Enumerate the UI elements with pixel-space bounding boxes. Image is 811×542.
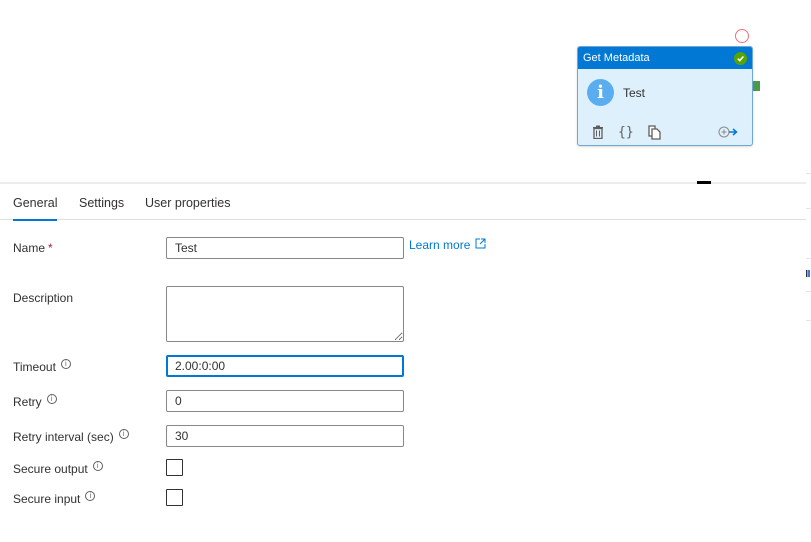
info-icon[interactable]: i (85, 491, 96, 501)
edge-tick (806, 173, 811, 174)
failure-output-handle[interactable] (735, 29, 749, 43)
retry-label-row: Retry i (13, 394, 57, 409)
activity-name: Test (623, 85, 646, 100)
external-link-icon (475, 238, 486, 252)
secure-input-label: Secure input (13, 492, 81, 506)
name-input[interactable] (166, 237, 404, 259)
edge-tick (806, 291, 811, 292)
retry-input[interactable] (166, 390, 404, 412)
info-icon[interactable]: i (60, 359, 71, 369)
timeout-label-row: Timeout i (13, 359, 71, 374)
info-icon[interactable]: i (92, 461, 103, 471)
name-label-row: Name * (13, 241, 53, 255)
secure-output-checkbox[interactable] (166, 459, 183, 476)
activity-type-label: Get Metadata (583, 52, 650, 64)
trash-icon[interactable] (592, 124, 604, 140)
info-icon[interactable]: i (118, 429, 129, 439)
add-output-arrow-icon[interactable] (718, 124, 738, 140)
properties-tabs: General Settings User properties (0, 184, 806, 221)
retry-interval-input[interactable] (166, 425, 404, 447)
info-icon: i (587, 79, 614, 106)
required-marker: * (48, 241, 53, 255)
retry-label: Retry (13, 395, 42, 409)
name-label: Name (13, 241, 46, 255)
tab-user-properties[interactable]: User properties (145, 196, 230, 220)
retry-interval-label-row: Retry interval (sec) i (13, 429, 129, 444)
secure-output-label-row: Secure output i (13, 461, 103, 476)
description-textarea[interactable] (166, 286, 404, 342)
timeout-input[interactable] (166, 355, 404, 377)
pipeline-canvas[interactable]: Get Metadata i Test {} (0, 0, 811, 183)
copy-icon[interactable] (648, 124, 661, 140)
timeout-label: Timeout (13, 360, 56, 374)
activity-header: Get Metadata (578, 47, 752, 69)
learn-more-link[interactable]: Learn more (409, 238, 486, 252)
info-icon[interactable]: i (46, 394, 57, 404)
edge-tick (806, 258, 811, 259)
secure-output-label: Secure output (13, 462, 88, 476)
edge-tick (806, 208, 811, 209)
secure-input-checkbox[interactable] (166, 489, 183, 506)
tab-general[interactable]: General (13, 196, 58, 221)
edge-glyph (806, 270, 810, 277)
braces-icon[interactable]: {} (618, 124, 634, 140)
learn-more-label: Learn more (409, 238, 471, 252)
get-metadata-activity[interactable]: Get Metadata i Test {} (577, 46, 753, 146)
edge-tick (806, 320, 811, 321)
tab-settings[interactable]: Settings (79, 196, 124, 220)
retry-interval-label: Retry interval (sec) (13, 430, 114, 444)
success-check-icon (734, 51, 747, 65)
secure-input-label-row: Secure input i (13, 491, 96, 506)
description-label-row: Description (13, 291, 73, 305)
success-output-handle[interactable] (753, 81, 760, 91)
description-label: Description (13, 291, 74, 305)
